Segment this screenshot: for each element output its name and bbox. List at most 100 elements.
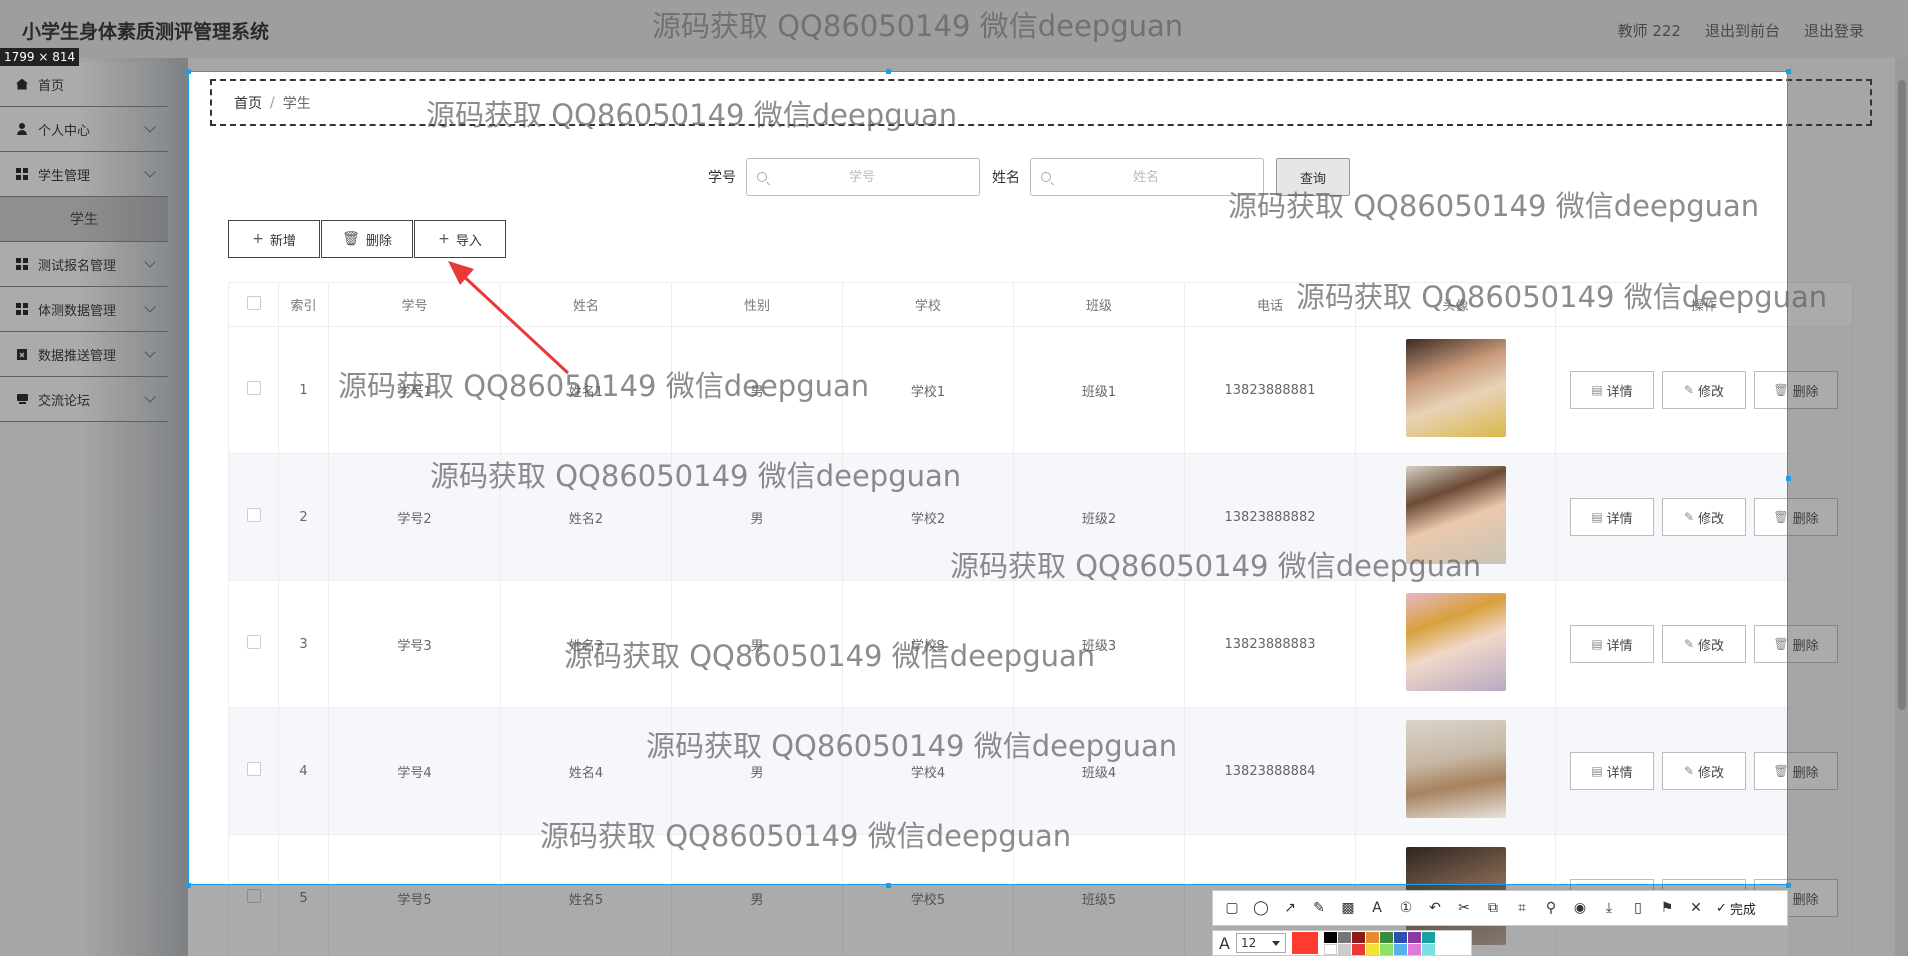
row-checkbox[interactable]: [246, 508, 261, 522]
column-header: 索引: [278, 282, 329, 327]
document-icon: ▤: [1591, 637, 1603, 651]
student-id-cell: 学号3: [328, 580, 501, 708]
sidebar-item-fitness-data[interactable]: 体测数据管理: [0, 287, 168, 332]
pin-icon[interactable]: ⚲: [1540, 897, 1562, 919]
name-field[interactable]: [1030, 158, 1264, 196]
chevron-down-icon: [144, 121, 156, 133]
index-cell: 2: [278, 453, 329, 581]
selection-handle[interactable]: [1786, 476, 1791, 481]
sidebar-item-label: 体测数据管理: [38, 303, 117, 319]
column-header: 电话: [1184, 282, 1356, 327]
name-cell: 姓名2: [500, 453, 672, 581]
student-id-field[interactable]: [746, 158, 980, 196]
index-cell: 5: [278, 834, 329, 956]
arrow-tool-icon[interactable]: ↗: [1279, 897, 1301, 919]
breadcrumb-home[interactable]: 首页: [234, 93, 262, 113]
row-checkbox[interactable]: [246, 635, 261, 649]
student-id-input[interactable]: [767, 169, 957, 185]
column-header: 性别: [671, 282, 843, 327]
translate-icon[interactable]: ⧉: [1482, 897, 1504, 919]
front-link[interactable]: 退出到前台: [1705, 20, 1780, 41]
row-delete-button[interactable]: 🗑删除: [1754, 752, 1838, 790]
name-label: 姓名: [992, 170, 1020, 186]
current-color-swatch[interactable]: [1291, 932, 1318, 954]
download-icon[interactable]: ⤓: [1598, 897, 1620, 919]
name-input[interactable]: [1051, 169, 1241, 185]
pen-tool-icon[interactable]: ✎: [1308, 897, 1330, 919]
name-cell: 姓名5: [500, 834, 672, 956]
search-icon: [757, 172, 767, 182]
selection-handle[interactable]: [886, 69, 891, 74]
row-checkbox[interactable]: [246, 381, 261, 395]
sidebar-item-home[interactable]: 首页: [0, 62, 168, 107]
import-button[interactable]: + 导入: [414, 220, 506, 258]
sidebar-item-test-registration[interactable]: 测试报名管理: [0, 242, 168, 287]
avatar: [1405, 466, 1506, 564]
sidebar-item-forum[interactable]: 交流论坛: [0, 377, 168, 422]
font-size-select[interactable]: 12: [1235, 933, 1286, 953]
sidebar-item-student[interactable]: 学生: [0, 197, 168, 242]
color-palette[interactable]: [1323, 931, 1435, 955]
row-delete-button[interactable]: 🗑删除: [1754, 625, 1838, 663]
phone-cell: 13823888881: [1184, 326, 1356, 454]
edit-label: 修改: [1698, 384, 1725, 400]
done-button[interactable]: ✓ 完成: [1716, 899, 1756, 918]
detail-button[interactable]: ▤详情: [1570, 371, 1654, 409]
edit-button[interactable]: ✎修改: [1662, 371, 1746, 409]
mosaic-tool-icon[interactable]: ▩: [1337, 897, 1359, 919]
ocr-icon[interactable]: ⌗: [1511, 897, 1533, 919]
app-title: 小学生身体素质测评管理系统: [22, 21, 270, 43]
action-buttons: + 新增 🗑 删除 + 导入: [228, 220, 507, 258]
close-icon[interactable]: ✕: [1685, 897, 1707, 919]
add-button[interactable]: + 新增: [228, 220, 320, 258]
record-icon[interactable]: ◉: [1569, 897, 1591, 919]
text-tool-icon[interactable]: A: [1366, 897, 1388, 919]
select-all-checkbox[interactable]: [246, 295, 261, 310]
class-cell: 班级1: [1013, 326, 1185, 454]
index-cell: 3: [278, 580, 329, 708]
row-delete-button[interactable]: 🗑删除: [1754, 371, 1838, 409]
row-checkbox[interactable]: [246, 762, 261, 776]
number-tool-icon[interactable]: ①: [1395, 897, 1417, 919]
main-content: 首页 / 学生 学号 姓名 查询 + 新增 🗑 删除 + 导入: [188, 70, 1872, 956]
class-cell: 班级4: [1013, 707, 1185, 835]
avatar: [1405, 593, 1506, 691]
phone-icon[interactable]: ▯: [1627, 897, 1649, 919]
sidebar-item-label: 个人中心: [38, 123, 91, 139]
sidebar-item-label: 学生管理: [38, 168, 91, 184]
selection-handle[interactable]: [186, 883, 191, 888]
class-cell: 班级5: [1013, 834, 1185, 956]
edit-button[interactable]: ✎修改: [1662, 625, 1746, 663]
selection-handle[interactable]: [886, 883, 891, 888]
row-delete-label: 删除: [1792, 511, 1819, 527]
delete-button[interactable]: 🗑 删除: [321, 220, 413, 258]
sidebar: 首页 个人中心 学生管理 学生 测试报名管理 体测数据管理 数据推送管理 交流论…: [0, 62, 168, 422]
query-button[interactable]: 查询: [1276, 158, 1350, 196]
detail-button[interactable]: ▤详情: [1570, 498, 1654, 536]
document-icon: ▤: [1591, 510, 1603, 524]
sidebar-item-student-management[interactable]: 学生管理: [0, 152, 168, 197]
page-scrollbar-thumb[interactable]: [1898, 80, 1906, 710]
edit-label: 修改: [1698, 638, 1725, 654]
row-delete-button[interactable]: 🗑删除: [1754, 498, 1838, 536]
sidebar-item-profile[interactable]: 个人中心: [0, 107, 168, 152]
import-button-label: 导入: [455, 233, 482, 249]
selection-handle[interactable]: [1786, 883, 1791, 888]
ellipse-tool-icon[interactable]: ◯: [1250, 897, 1272, 919]
row-checkbox[interactable]: [246, 889, 261, 903]
rectangle-tool-icon[interactable]: ▢: [1221, 897, 1243, 919]
selection-handle[interactable]: [186, 69, 191, 74]
edit-button[interactable]: ✎修改: [1662, 752, 1746, 790]
gender-cell: 男: [671, 326, 843, 454]
bookmark-icon[interactable]: ⚑: [1656, 897, 1678, 919]
scissors-icon[interactable]: ✂: [1453, 897, 1475, 919]
selection-handle[interactable]: [1786, 69, 1791, 74]
pencil-icon: ✎: [1683, 637, 1695, 651]
select-all-cell[interactable]: [228, 282, 279, 327]
detail-button[interactable]: ▤详情: [1570, 752, 1654, 790]
undo-icon[interactable]: ↶: [1424, 897, 1446, 919]
edit-button[interactable]: ✎修改: [1662, 498, 1746, 536]
detail-button[interactable]: ▤详情: [1570, 625, 1654, 663]
sidebar-item-data-push[interactable]: 数据推送管理: [0, 332, 168, 377]
logout-link[interactable]: 退出登录: [1804, 20, 1864, 41]
